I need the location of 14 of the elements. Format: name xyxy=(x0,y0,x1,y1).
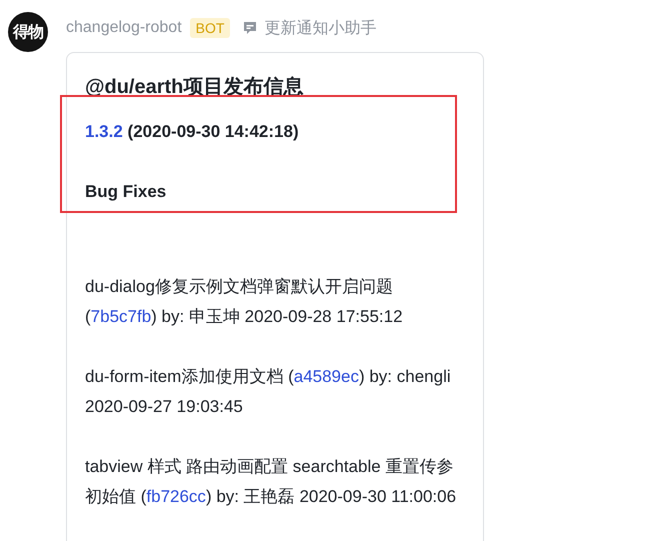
commit-entry: du-form-item添加使用文档 (a4589ec) by: chengli 2020-09-27 19:03:45 xyxy=(85,366,452,418)
bot-badge: BOT xyxy=(190,18,230,38)
avatar-logo: 得物 xyxy=(8,12,48,52)
commit-entry: tabview 样式 路由动画配置 searchtable 重置传参初始值 (fb726cc) by: 王艳磊 2020-09-30 11:00:06 xyxy=(85,456,458,508)
release-time: (2020-09-30 14:42:18) xyxy=(128,122,299,141)
sender-name: changelog-robot xyxy=(66,19,182,37)
app-name: 更新通知小助手 xyxy=(264,18,376,38)
commit-hash-link[interactable]: a4589ec xyxy=(294,367,359,386)
section-heading: Bug Fixes xyxy=(85,182,168,202)
version-link[interactable]: 1.3.2 xyxy=(85,122,123,141)
commit-entry: du-dialog修复示例文档弹窗默认开启问题 (7b5c7fb) by: 申玉坤 2020-09-28 17:55:12 xyxy=(85,276,404,328)
commit-hash-link[interactable]: fb726cc xyxy=(146,487,206,506)
message-icon xyxy=(242,20,258,36)
commit-hash-link[interactable]: 7b5c7fb xyxy=(90,307,152,326)
